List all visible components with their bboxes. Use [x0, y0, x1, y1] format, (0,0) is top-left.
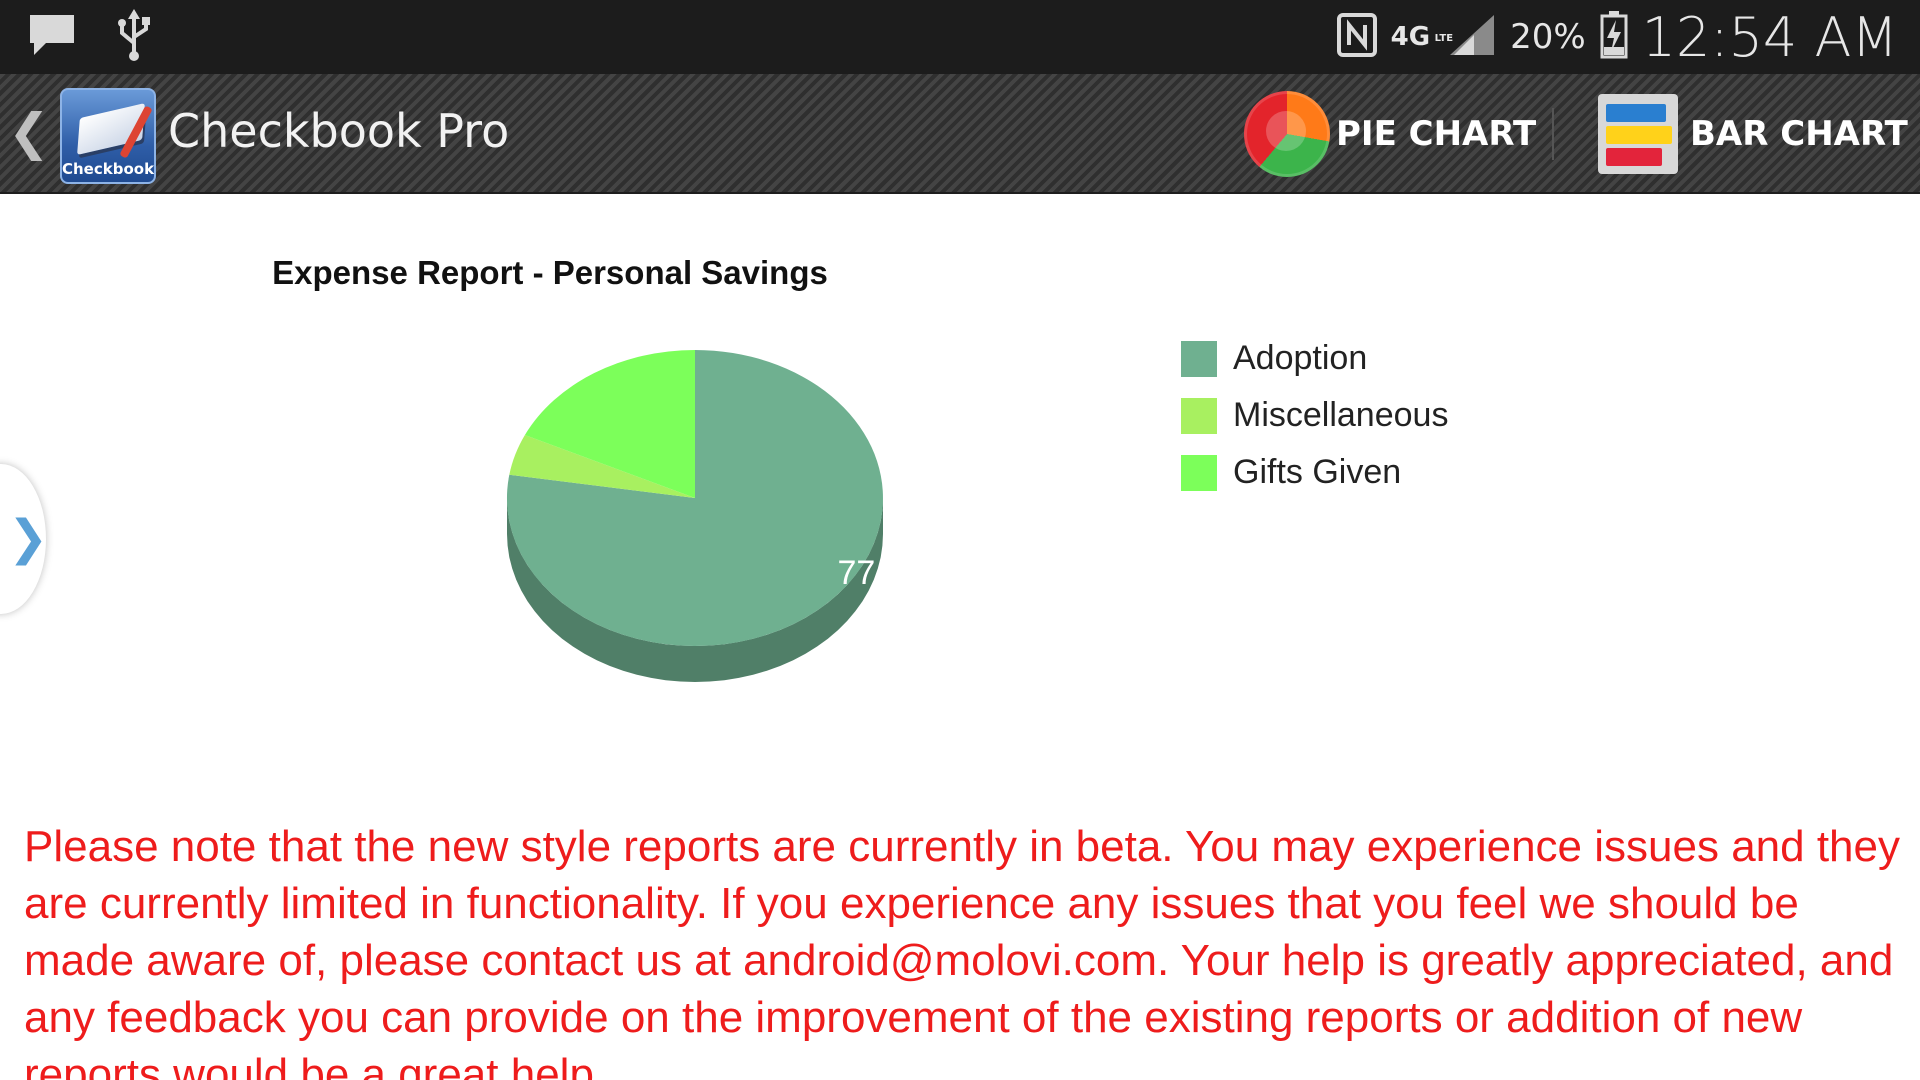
legend-swatch	[1181, 340, 1217, 377]
legend-swatch	[1181, 397, 1217, 434]
legend-label: Gifts Given	[1233, 453, 1402, 491]
legend-item: Miscellaneous	[1181, 387, 1448, 444]
legend-swatch	[1181, 454, 1217, 491]
chart-legend: Adoption Miscellaneous Gifts Given	[1181, 330, 1448, 501]
legend-label: Miscellaneous	[1233, 396, 1449, 434]
legend-item: Gifts Given	[1181, 444, 1448, 501]
legend-label: Adoption	[1233, 339, 1368, 377]
legend-item: Adoption	[1181, 330, 1448, 387]
beta-notice: Please note that the new style reports a…	[24, 822, 1900, 1080]
pie-data-label: 77.5%	[837, 554, 933, 592]
